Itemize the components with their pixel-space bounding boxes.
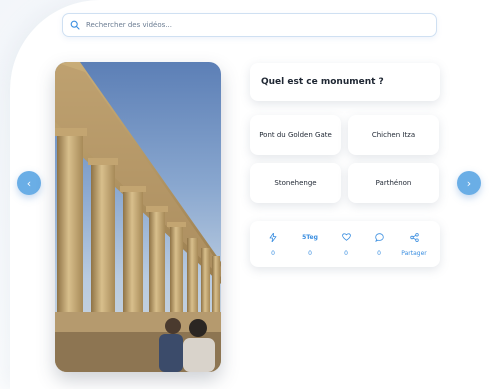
chevron-left-icon: ‹ <box>26 176 32 190</box>
like-button[interactable]: 0 <box>331 221 361 267</box>
comment-count: 0 <box>377 250 381 257</box>
answer-label: Parthénon <box>375 179 412 187</box>
answer-option-parthenon[interactable]: Parthénon <box>348 163 439 203</box>
previous-button[interactable]: ‹ <box>17 171 41 195</box>
share-button[interactable]: Partager <box>399 221 429 267</box>
next-button[interactable]: › <box>457 171 481 195</box>
like-count: 0 <box>344 250 348 257</box>
search-bar[interactable] <box>62 13 437 37</box>
chevron-right-icon: › <box>466 176 472 190</box>
parthenon-video-frame <box>55 62 221 372</box>
tag-count: 0 <box>308 250 312 257</box>
answer-label: Chichen Itza <box>371 131 416 139</box>
search-input[interactable] <box>86 21 436 29</box>
action-bar: 0 5Teg 0 0 0 Partager <box>250 221 440 267</box>
share-icon <box>409 232 419 242</box>
answer-label: Pont du Golden Gate <box>259 131 332 139</box>
lightning-icon <box>269 232 277 242</box>
boost-button[interactable]: 0 <box>258 221 288 267</box>
comment-icon <box>374 232 384 242</box>
answer-option-stonehenge[interactable]: Stonehenge <box>250 163 341 203</box>
answer-option-golden-gate[interactable]: Pont du Golden Gate <box>250 115 341 155</box>
question-text: Quel est ce monument ? <box>261 77 384 87</box>
heart-icon <box>341 232 351 242</box>
tag-label: 5Teg <box>302 233 318 241</box>
boost-count: 0 <box>271 250 275 257</box>
video-player[interactable] <box>55 62 221 372</box>
comment-button[interactable]: 0 <box>364 221 394 267</box>
answer-label: Stonehenge <box>274 179 317 187</box>
share-label: Partager <box>401 250 427 257</box>
tag-button[interactable]: 5Teg 0 <box>295 221 325 267</box>
search-icon <box>70 20 80 30</box>
answer-option-chichen-itza[interactable]: Chichen Itza <box>348 115 439 155</box>
quiz-question: Quel est ce monument ? <box>250 63 440 101</box>
